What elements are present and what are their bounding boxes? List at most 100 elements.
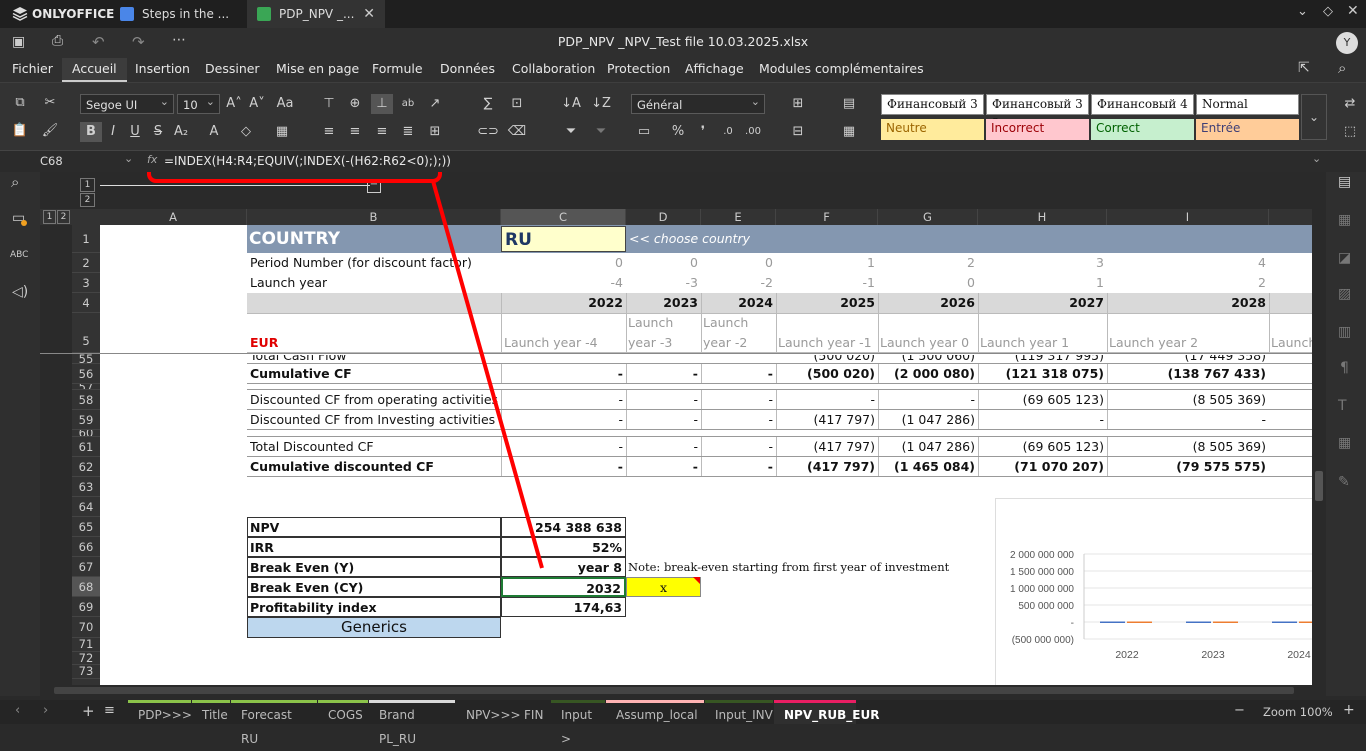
row-header[interactable]: 71: [72, 637, 100, 652]
italic-icon[interactable]: I: [102, 122, 124, 142]
change-case-icon[interactable]: Aa: [272, 94, 298, 114]
value-cell[interactable]: -: [626, 457, 701, 476]
menu-protection[interactable]: Protection: [597, 58, 680, 82]
copy-icon[interactable]: ⧉: [9, 93, 31, 113]
row-label[interactable]: Cumulative discounted CF: [250, 457, 500, 476]
style-fin4[interactable]: Финансовый 4: [1091, 94, 1194, 115]
sheet-tab[interactable]: Title: [192, 700, 230, 724]
align-center-icon[interactable]: ≡: [344, 122, 366, 142]
row-label[interactable]: Total Discounted CF: [250, 437, 500, 456]
horizontal-scroll-thumb[interactable]: [54, 687, 1294, 694]
subscript-icon[interactable]: A₂: [170, 122, 192, 142]
styles-more-icon[interactable]: ⌄: [1301, 94, 1327, 140]
value-cell[interactable]: (69 605 123): [978, 390, 1107, 409]
npv-chart[interactable]: 2 000 000 000 1 500 000 000 1 000 000 000 5…: [995, 498, 1326, 687]
launch-value[interactable]: 2: [1107, 273, 1269, 292]
x-marker-cell[interactable]: x: [626, 577, 701, 597]
launch-value[interactable]: 1: [978, 273, 1107, 292]
value-cell[interactable]: (79 575 575): [1107, 457, 1269, 476]
value-cell[interactable]: (500 020): [776, 364, 878, 383]
sheet-tab[interactable]: PDP>>>: [128, 700, 192, 724]
bold-icon[interactable]: B: [80, 122, 102, 142]
style-normal[interactable]: Normal: [1196, 94, 1299, 115]
fill-color-icon[interactable]: ◇: [235, 122, 257, 142]
row-header[interactable]: 65: [72, 517, 100, 537]
row-label[interactable]: Cumulative CF: [250, 364, 500, 383]
row-header[interactable]: 1: [72, 225, 100, 253]
prev-sheet-icon[interactable]: ‹: [15, 703, 20, 718]
year-cell[interactable]: 2023: [626, 293, 701, 312]
launch-year-label[interactable]: Launch year: [250, 273, 327, 292]
sheet-tab[interactable]: Forecast RU: [231, 700, 317, 746]
summary-label[interactable]: NPV: [247, 517, 501, 537]
menu-formule[interactable]: Formule: [362, 58, 433, 82]
cut-icon[interactable]: ✂: [39, 93, 61, 113]
summary-label[interactable]: Break Even (Y): [247, 557, 501, 577]
row-label[interactable]: Discounted CF from operating activities: [250, 390, 500, 409]
select-all-corner[interactable]: [72, 209, 101, 225]
menu-affichage[interactable]: Affichage: [675, 58, 754, 82]
value-cell[interactable]: (71 070 207): [978, 457, 1107, 476]
menu-fichier[interactable]: Fichier: [2, 58, 63, 82]
close-window-icon[interactable]: ✕: [1347, 3, 1359, 19]
period-value[interactable]: 0: [701, 253, 776, 272]
value-cell[interactable]: (417 797): [776, 410, 878, 429]
sheet-tab[interactable]: NPV_RUB_EUR: [774, 700, 879, 724]
sheet-tab[interactable]: NPV>>>: [456, 700, 521, 724]
sort-descending-icon[interactable]: ↓Z: [590, 94, 612, 114]
generics-button[interactable]: Generics: [247, 617, 501, 638]
launch-value[interactable]: -1: [776, 273, 878, 292]
clear-filter-icon[interactable]: ⏷: [590, 122, 612, 142]
text-orientation-icon[interactable]: ↗: [424, 94, 446, 114]
accounting-format-icon[interactable]: ▭: [633, 122, 655, 142]
spellcheck-icon[interactable]: ABC: [10, 250, 28, 260]
value-cell[interactable]: -: [701, 437, 776, 456]
outline-col-level-1[interactable]: 1: [43, 210, 56, 224]
year-cell[interactable]: 2026: [878, 293, 978, 312]
function-icon[interactable]: fx: [147, 153, 157, 166]
sheet-tab[interactable]: Brand PL_RU: [369, 700, 455, 746]
launch-text[interactable]: Launch year 0: [880, 333, 978, 352]
style-incorrect[interactable]: Incorrect: [986, 119, 1089, 140]
align-right-icon[interactable]: ≡: [371, 122, 393, 142]
value-cell[interactable]: -: [626, 364, 701, 383]
outline-col-level-2[interactable]: 2: [57, 210, 70, 224]
increase-font-icon[interactable]: A˄: [223, 94, 245, 114]
merge-cells-icon[interactable]: ⊞: [424, 122, 446, 142]
value-cell[interactable]: (1 465 084): [878, 457, 978, 476]
row-header[interactable]: 3: [72, 273, 100, 293]
value-cell[interactable]: (121 318 075): [978, 364, 1107, 383]
summary-value[interactable]: 52%: [501, 537, 626, 557]
row-header[interactable]: 73: [72, 664, 100, 679]
summary-value[interactable]: 254 388 638: [501, 517, 626, 537]
clear-icon[interactable]: ⌫: [506, 122, 528, 142]
row-header[interactable]: 4: [72, 293, 100, 313]
period-value[interactable]: 3: [978, 253, 1107, 272]
break-even-note[interactable]: Note: break-even starting from first yea…: [628, 558, 949, 577]
sheet-tab[interactable]: FIN: [514, 700, 550, 724]
row-header[interactable]: 63: [72, 477, 100, 497]
period-value[interactable]: 0: [501, 253, 626, 272]
value-cell[interactable]: -: [501, 437, 626, 456]
col-header-b[interactable]: B: [247, 209, 501, 225]
decrease-decimal-icon[interactable]: .0: [717, 122, 739, 142]
format-as-table-icon[interactable]: ▦: [838, 122, 860, 142]
value-cell[interactable]: (1 047 286): [878, 410, 978, 429]
style-fin3-2[interactable]: Финансовый 3 2: [986, 94, 1089, 130]
pivot-settings-icon[interactable]: ▦: [1338, 435, 1351, 451]
user-avatar[interactable]: Y: [1336, 32, 1358, 54]
row-label[interactable]: Discounted CF from Investing activities: [250, 410, 500, 429]
col-header-e[interactable]: E: [701, 209, 776, 225]
align-top-icon[interactable]: ⊤: [318, 94, 340, 114]
sheet-tab[interactable]: Assump_local: [606, 700, 704, 724]
year-cell[interactable]: 2024: [701, 293, 776, 312]
increase-decimal-icon[interactable]: .00: [742, 122, 764, 142]
launch-value[interactable]: -4: [501, 273, 626, 292]
value-cell[interactable]: -: [626, 410, 701, 429]
vertical-scroll-thumb[interactable]: [1315, 471, 1323, 501]
value-cell[interactable]: (417 797): [776, 437, 878, 456]
font-color-icon[interactable]: A: [203, 122, 225, 142]
col-header-h[interactable]: H: [978, 209, 1107, 225]
value-cell[interactable]: -: [978, 410, 1107, 429]
row-header[interactable]: 55: [72, 354, 100, 364]
